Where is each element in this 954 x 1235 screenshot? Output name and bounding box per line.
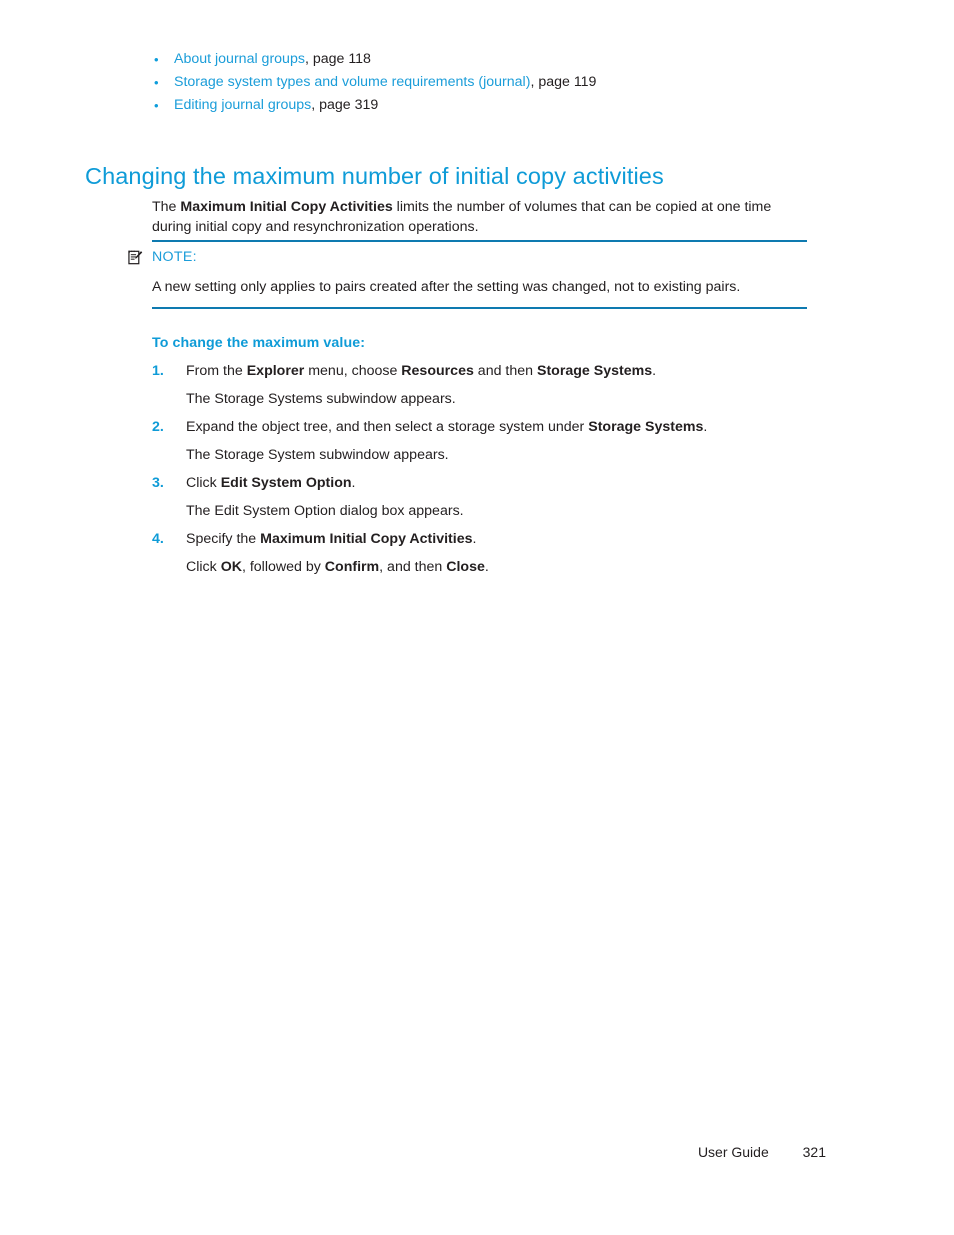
ui-term: Storage Systems	[588, 419, 704, 435]
step-text: Click	[186, 559, 221, 575]
step-text: From the	[186, 363, 247, 379]
page-title: Changing the maximum number of initial c…	[85, 162, 664, 189]
list-item: • About journal groups, page 118	[152, 48, 812, 71]
step-text: The Edit System Option dialog box appear…	[186, 503, 464, 519]
intro-paragraph: The Maximum Initial Copy Activities limi…	[152, 198, 807, 237]
intro-text-before: The	[152, 199, 181, 216]
cross-reference-page: , page 118	[304, 51, 371, 67]
ui-term: Maximum Initial Copy Activities	[260, 531, 473, 547]
step-number: 1.	[152, 363, 164, 379]
ui-term: Edit System Option	[220, 475, 352, 491]
step-text: , and then	[379, 559, 447, 575]
step-text: Click	[186, 475, 221, 491]
ui-term: Close	[446, 559, 485, 575]
cross-reference-page: , page 319	[311, 97, 379, 113]
cross-reference-list: • About journal groups, page 118 • Storage …	[152, 48, 812, 117]
cross-reference-text: Storage system types and volume requirem…	[174, 71, 812, 94]
step-content: Expand the object tree, and then select …	[186, 418, 812, 474]
ui-term: Confirm	[324, 559, 380, 575]
step-text: .	[484, 559, 489, 575]
step-content: Click Edit System Option. The Edit System…	[186, 474, 812, 530]
step-text: , followed by	[241, 559, 325, 575]
footer-page-number: 321	[802, 1144, 826, 1160]
cross-reference-link[interactable]: Editing journal groups	[174, 97, 311, 113]
ui-term: Explorer	[246, 363, 305, 379]
note-admonition: NOTE: A new setting only applies to pair…	[128, 240, 808, 309]
intro-emphasis: Maximum Initial Copy Activities	[180, 199, 393, 216]
step-number: 2.	[152, 419, 164, 435]
step-text: and then	[473, 363, 537, 379]
step-text: The Storage Systems subwindow appears.	[186, 391, 456, 407]
step-number: 4.	[152, 531, 164, 547]
bullet-icon: •	[154, 52, 159, 67]
step-text: The Storage System subwindow appears.	[186, 447, 449, 463]
procedure-step: 1. From the Explorer menu, choose Resourc…	[152, 362, 812, 418]
cross-reference-link[interactable]: About journal groups	[174, 51, 305, 67]
step-instruction: From the Explorer menu, choose Resources…	[186, 362, 812, 382]
step-instruction: Specify the Maximum Initial Copy Activit…	[186, 530, 812, 550]
step-text: menu, choose	[304, 363, 402, 379]
list-item: • Editing journal groups, page 319	[152, 94, 812, 117]
step-instruction: Expand the object tree, and then select …	[186, 418, 812, 438]
step-content: Specify the Maximum Initial Copy Activit…	[186, 530, 812, 586]
ui-term: Storage Systems	[536, 363, 653, 379]
step-content: From the Explorer menu, choose Resources…	[186, 362, 812, 418]
step-number: 3.	[152, 475, 164, 491]
step-text: .	[652, 363, 657, 379]
cross-reference-text: Editing journal groups, page 319	[174, 94, 812, 117]
cross-reference-page: , page 119	[530, 74, 597, 90]
ui-term: Resources	[401, 363, 474, 379]
step-text: Specify the	[186, 531, 261, 547]
cross-reference-link[interactable]: Storage system types and volume requirem…	[174, 74, 530, 90]
step-result: Click OK, followed by Confirm, and then …	[186, 558, 812, 578]
ui-term: OK	[220, 559, 242, 575]
step-result: The Storage System subwindow appears.	[186, 446, 812, 466]
procedure-step: 4. Specify the Maximum Initial Copy Activ…	[152, 530, 812, 586]
page-footer: User Guide 321	[0, 1144, 954, 1160]
bullet-icon: •	[154, 98, 159, 113]
footer-guide-label: User Guide	[697, 1144, 769, 1160]
procedure-title: To change the maximum value:	[152, 335, 366, 351]
document-page: • About journal groups, page 118 • Storage …	[0, 0, 954, 1235]
cross-reference-text: About journal groups, page 118	[174, 48, 812, 71]
bullet-icon: •	[154, 75, 159, 90]
step-result: The Storage Systems subwindow appears.	[186, 390, 812, 410]
step-text: .	[703, 419, 708, 435]
procedure-step: 2. Expand the object tree, and then selec…	[152, 418, 812, 474]
step-text: .	[472, 531, 477, 547]
step-text: .	[351, 475, 356, 491]
note-label: NOTE:	[152, 248, 197, 265]
note-body: A new setting only applies to pairs crea…	[152, 278, 741, 295]
note-header: NOTE:	[128, 242, 808, 274]
step-instruction: Click Edit System Option.	[186, 474, 812, 494]
list-item: • Storage system types and volume require…	[152, 71, 812, 94]
note-bottom-rule	[152, 307, 807, 309]
procedure-step: 3. Click Edit System Option. The Edit Syst…	[152, 474, 812, 530]
note-icon	[128, 248, 152, 270]
procedure-steps: 1. From the Explorer menu, choose Resourc…	[152, 362, 812, 586]
step-result: The Edit System Option dialog box appear…	[186, 502, 812, 522]
step-text: Expand the object tree, and then select …	[186, 419, 589, 435]
